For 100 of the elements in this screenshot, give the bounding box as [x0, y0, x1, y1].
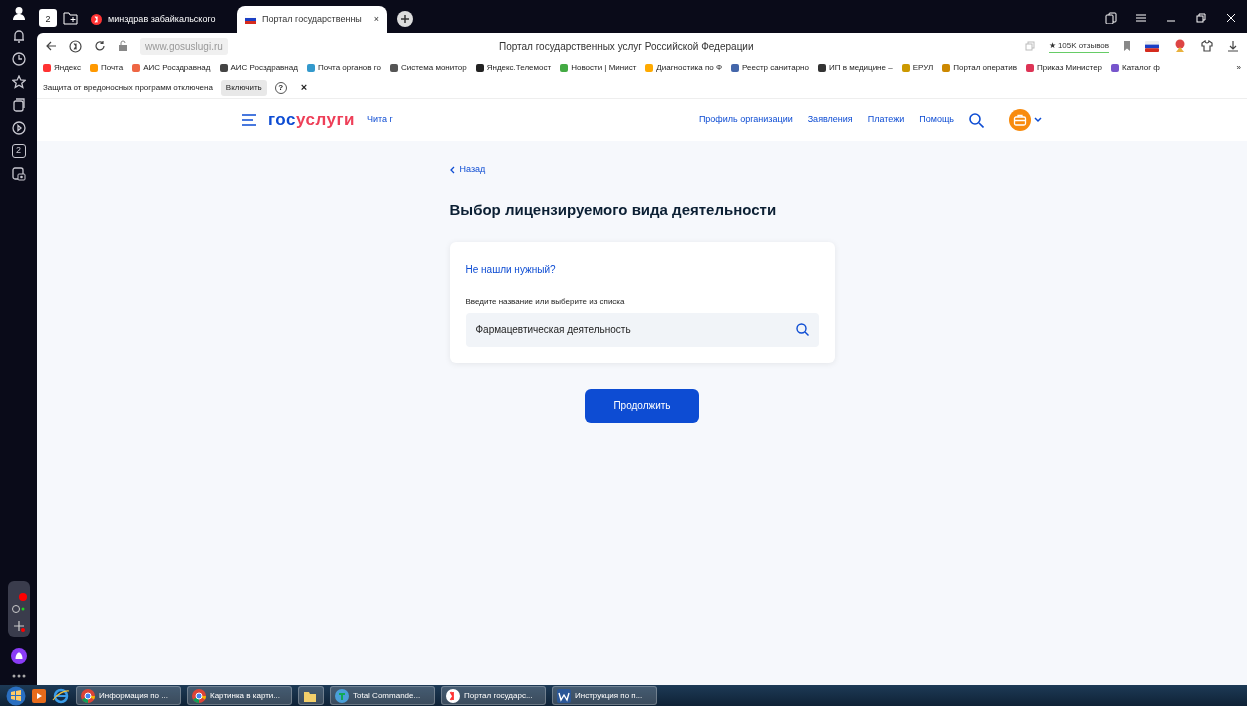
- bookmark-favicon-icon: [389, 64, 398, 72]
- flag-icon: [245, 15, 256, 24]
- page-heading: Выбор лицензируемого вида деятельности: [449, 200, 778, 220]
- dot-icon: [18, 593, 27, 601]
- bell-icon[interactable]: [11, 29, 26, 43]
- nav-link[interactable]: Помощь: [919, 113, 954, 127]
- bookmark-favicon-icon: [89, 64, 98, 72]
- copy-icon: [1024, 41, 1035, 51]
- chevron-left-icon: [449, 166, 455, 174]
- app-icon: [446, 688, 460, 703]
- not-found-link[interactable]: Не нашли нужный?: [465, 263, 556, 275]
- new-tab-icon[interactable]: [397, 11, 413, 27]
- play-icon[interactable]: [11, 121, 26, 135]
- taskbar-button[interactable]: Информация по ...: [76, 686, 181, 705]
- bookmark-link[interactable]: АИС Росздравнад: [219, 62, 298, 74]
- camera-icon[interactable]: [11, 167, 26, 181]
- search-icon[interactable]: [795, 323, 809, 336]
- bookmark-link[interactable]: АИС Росздравнад: [132, 62, 211, 74]
- search-field[interactable]: Фармацевтическая деятельность: [465, 312, 819, 347]
- bookmark-link[interactable]: ЕРУЛ: [901, 62, 934, 74]
- bookmark-link[interactable]: Новости | Минист: [560, 62, 637, 74]
- flag-icon[interactable]: [1145, 40, 1159, 52]
- reviews-link[interactable]: ★ 105K отзывов: [1048, 39, 1109, 53]
- field-label: Введите название или выберите из списка: [465, 295, 626, 308]
- bookmark-favicon-icon: [901, 64, 910, 72]
- bookmark-favicon-icon: [645, 64, 654, 72]
- tabs-icon[interactable]: [1105, 12, 1117, 24]
- site-logo[interactable]: госуслуги: [268, 107, 356, 133]
- close-tab-button[interactable]: ×: [373, 12, 379, 27]
- close-button[interactable]: ×: [300, 79, 308, 96]
- bookmark-favicon-icon: [219, 64, 228, 72]
- bookmark-favicon-icon: [1025, 64, 1034, 72]
- download-icon[interactable]: [1227, 40, 1239, 52]
- close-icon[interactable]: [1225, 12, 1237, 24]
- bookmark-favicon-icon: [475, 64, 484, 72]
- user-icon[interactable]: [11, 6, 26, 20]
- toggle-icon[interactable]: [10, 604, 25, 614]
- bookmark-favicon-icon: [817, 64, 826, 72]
- shirt-icon[interactable]: [1201, 40, 1213, 52]
- restore-icon[interactable]: [1195, 12, 1207, 24]
- app-icon: [192, 688, 206, 703]
- extension-icon[interactable]: [1173, 39, 1187, 53]
- reload-icon[interactable]: [94, 40, 106, 52]
- tab-title: минздрав забайкальского: [108, 12, 216, 26]
- bookmark-link[interactable]: ИП в медицине –: [817, 62, 893, 74]
- app-icon: [81, 688, 95, 703]
- bookmark-favicon-icon: [306, 64, 315, 72]
- back-link[interactable]: Назад: [449, 163, 486, 177]
- home-tab[interactable]: 2: [39, 9, 57, 27]
- star-icon[interactable]: [11, 75, 26, 89]
- bookmark-link[interactable]: Каталог ф: [1111, 62, 1160, 74]
- continue-button[interactable]: Продолжить: [585, 388, 699, 423]
- notes-icon[interactable]: [11, 98, 26, 112]
- more-bookmarks-button[interactable]: »: [1236, 62, 1241, 74]
- taskbar-button[interactable]: Инструкция по п...: [552, 686, 657, 705]
- assistant-icon[interactable]: [10, 648, 27, 664]
- bookmark-link[interactable]: Реестр санитарно: [731, 62, 809, 74]
- bookmark-favicon-icon: [560, 64, 569, 72]
- taskbar-button[interactable]: Total Commande...: [330, 686, 435, 705]
- back-icon[interactable]: [45, 40, 57, 52]
- start-button-icon[interactable]: [6, 685, 26, 706]
- nav-link[interactable]: Заявления: [807, 113, 853, 127]
- bookmark-link[interactable]: Яндекс: [43, 62, 81, 74]
- bookmark-link[interactable]: Система монитор: [389, 62, 467, 74]
- browser-icon[interactable]: [52, 687, 70, 704]
- bookmark-favicon-icon: [942, 64, 951, 72]
- bookmark-icon[interactable]: [1123, 41, 1131, 51]
- tab-title: Портал государственны: [262, 12, 362, 26]
- bookmark-favicon-icon: [1111, 64, 1120, 72]
- bookmark-link[interactable]: Диагностика по Ф: [645, 62, 723, 74]
- bookmark-favicon-icon: [731, 64, 740, 72]
- taskbar-button[interactable]: Портал государс...: [441, 686, 546, 705]
- bookmark-favicon-icon: [43, 64, 51, 72]
- app-icon: [335, 688, 349, 703]
- browser-tab[interactable]: Портал государственны ×: [237, 6, 387, 33]
- page-title: Портал государственных услуг Российской Федерации: [498, 39, 754, 54]
- bookmark-favicon-icon: [132, 64, 141, 72]
- plus-icon[interactable]: [12, 620, 25, 632]
- bookmark-link[interactable]: Почта: [89, 62, 124, 74]
- menu-icon[interactable]: [242, 114, 256, 126]
- bookmark-link[interactable]: Портал оператив: [942, 62, 1017, 74]
- nav-link[interactable]: Профиль организации: [698, 113, 793, 127]
- new-folder-icon[interactable]: [63, 11, 79, 25]
- city-link[interactable]: Чита г: [367, 113, 393, 127]
- clock-icon[interactable]: [11, 52, 26, 66]
- taskbar-button[interactable]: [298, 686, 324, 705]
- warning-text: Защита от вредоносных программ отключена: [43, 81, 213, 94]
- browser-tab[interactable]: минздрав забайкальского: [83, 6, 233, 33]
- bookmark-link[interactable]: Почта органов го: [306, 62, 381, 74]
- taskbar-button[interactable]: Картинка в карти...: [187, 686, 292, 705]
- nav-link[interactable]: Платежи: [867, 113, 905, 127]
- more-icon[interactable]: [11, 673, 26, 679]
- chevron-down-icon[interactable]: [1034, 117, 1042, 123]
- menu-icon[interactable]: [1135, 12, 1147, 24]
- search-icon[interactable]: [969, 112, 984, 128]
- counter-icon[interactable]: 2: [11, 144, 26, 158]
- enable-button[interactable]: Включить: [220, 79, 267, 96]
- media-player-icon[interactable]: [32, 688, 46, 703]
- bookmark-link[interactable]: Яндекс.Телемост: [475, 62, 552, 74]
- bookmark-link[interactable]: Приказ Министер: [1025, 62, 1103, 74]
